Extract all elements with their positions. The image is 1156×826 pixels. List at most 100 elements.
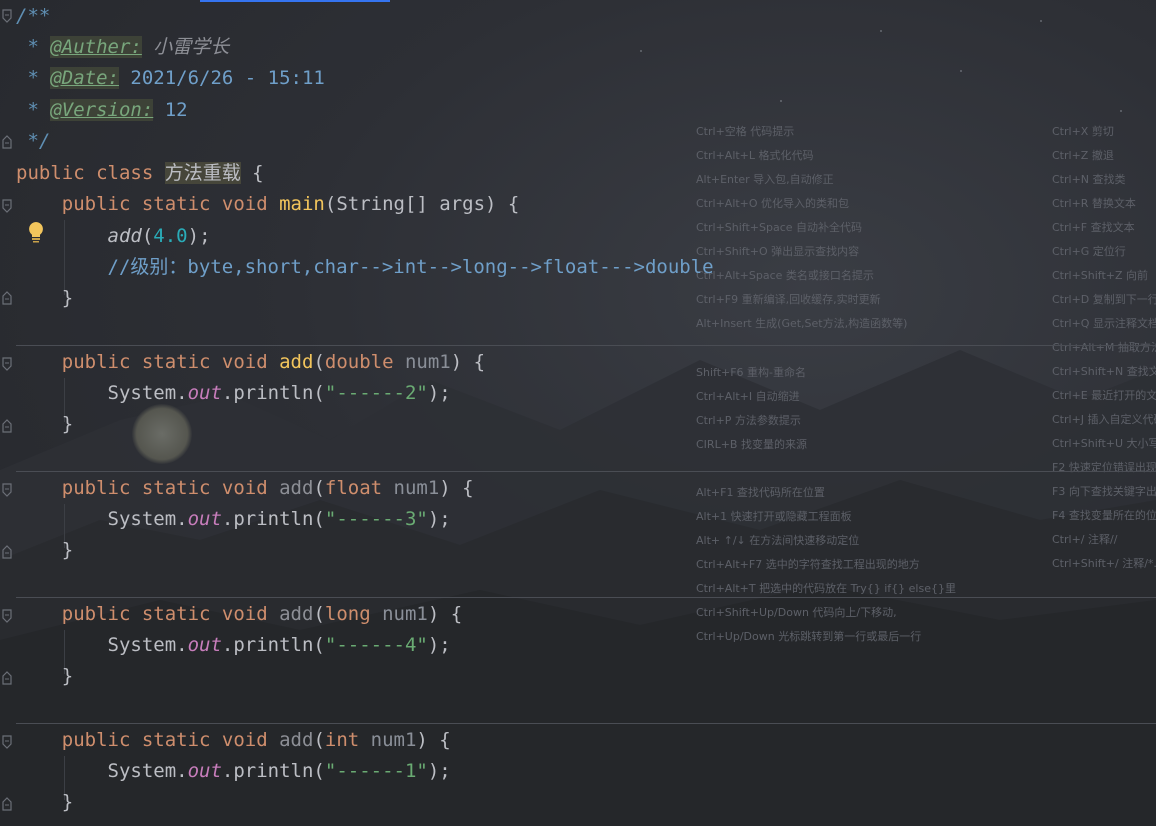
code-line: System.out.println("------1"); [16,756,451,787]
code-line: * @Auther: 小雷学长 [16,32,229,63]
brace: } [16,413,74,435]
shortcut-item: Ctrl+Shift+/ 注释/*...*/ [1052,557,1156,570]
shortcut-item: Ctrl+D 复制到下一行 [1052,293,1156,306]
paren: ); [427,508,451,530]
shortcut-item: Shift+F6 重构-重命名 [696,366,807,379]
shortcut-item: Ctrl+Alt+T 把选中的代码放在 Try{} if{} else{}里 [696,582,956,595]
fold-marker-icon[interactable] [1,418,13,434]
shortcut-item: Ctrl+Shift+O 弹出显示查找内容 [696,245,860,258]
type-keyword: double [324,351,394,373]
javadoc-prefix: * [16,99,51,121]
type-keyword: float [324,477,383,499]
field-ref: out [187,634,222,656]
fold-marker-icon[interactable] [1,356,13,372]
code-line: /** [16,1,50,32]
code-line: * @Version: 12 [16,95,188,126]
shortcut-item: Ctrl+J 插入自定义代码 [1052,413,1156,426]
shortcut-item: Ctrl+F 查找文本 [1052,221,1135,234]
shortcut-item: Ctrl+Shift+Up/Down 代码向上/下移动, [696,606,897,619]
shortcut-item: Ctrl+Alt+F7 选中的字符查找工程出现的地方 [696,558,920,571]
keyword: public static void [16,477,280,499]
shortcut-item: Ctrl+Q 显示注释文档 [1052,317,1156,330]
code-line: public static void add(long num1) { [16,599,462,630]
paren: ( [313,477,325,499]
code-line: public static void add(int num1) { [16,725,451,756]
method-separator [16,723,1156,724]
javadoc-close: */ [16,130,51,152]
shortcut-item: Ctrl+P 方法参数提示 [696,414,801,427]
code-line: } [16,661,73,692]
method-signature: (String[] args) { [324,193,520,215]
shortcut-item: Ctrl+Z 撤退 [1052,149,1114,162]
code-line: * @Date: 2021/6/26 - 15:11 [16,63,325,94]
code-line: */ [16,126,50,157]
fold-marker-icon[interactable] [1,134,13,150]
code-line: public static void main(String[] args) { [16,189,520,220]
string-literal: "------3" [324,508,428,530]
shortcut-item: Alt+Insert 生成(Get,Set方法,构造函数等) [696,317,908,330]
code-line: add(4.0); [16,221,211,252]
paren: ); [427,634,451,656]
shortcut-item: Ctrl+F9 重新编译,回收缓存,实时更新 [696,293,881,306]
code-line: } [16,409,73,440]
string-literal: "------2" [324,382,428,404]
class-ref: System. [16,634,188,656]
method-separator [16,345,1156,346]
paren: ( [313,603,325,625]
parameter: num1 [393,351,451,373]
method-name: add [279,603,314,625]
fold-marker-icon[interactable] [1,8,13,24]
code-line: System.out.println("------4"); [16,630,451,661]
brace: } [16,287,74,309]
shortcut-item: Ctrl+空格 代码提示 [696,125,795,138]
fold-marker-icon[interactable] [1,734,13,750]
shortcut-item: Alt+ ↑/↓ 在方法间快速移动定位 [696,534,860,547]
brace: ) { [427,603,463,625]
code-line: } [16,535,73,566]
fold-marker-icon[interactable] [1,482,13,498]
shortcut-item: Ctrl+G 定位行 [1052,245,1126,258]
shortcut-item: F3 向下查找关键字出现 [1052,485,1156,498]
fold-marker-icon[interactable] [1,544,13,560]
brace: ) { [450,351,486,373]
javadoc-value: 小雷学长 [141,36,230,58]
field-ref: out [187,382,222,404]
fold-marker-icon[interactable] [1,290,13,306]
shortcut-item: Alt+Enter 导入包,自动修正 [696,173,834,186]
shortcut-item: Ctrl+Shift+U 大小写切换 [1052,437,1156,450]
method-separator [16,597,1156,598]
code-line: public class 方法重载 { [16,158,264,189]
code-line: } [16,787,73,818]
brace: } [16,791,74,813]
javadoc-tag: @Date: [50,67,119,89]
fold-marker-icon[interactable] [1,796,13,812]
fold-marker-icon[interactable] [1,608,13,624]
line-comment: //级别：byte,short,char-->int-->long-->floa… [16,256,714,278]
paren: ); [427,760,451,782]
code-line: public static void add(double num1) { [16,347,485,378]
brace: { [240,162,264,184]
keyword: public static void [16,193,280,215]
fold-marker-icon[interactable] [1,670,13,686]
shortcut-item: Ctrl+R 替换文本 [1052,197,1136,210]
shortcut-item: Ctrl+Shift+Z 向前 [1052,269,1149,282]
fold-marker-icon[interactable] [1,198,13,214]
keyword: public static void [16,729,280,751]
javadoc-prefix: * [16,67,51,89]
shortcut-item: Ctrl+Alt+I 自动缩进 [696,390,800,403]
paren: ); [187,225,211,247]
shortcut-list-right: Ctrl+X 剪切 Ctrl+Z 撤退 Ctrl+N 查找类 Ctrl+R 替换… [1052,0,1156,826]
shortcut-item: Ctrl+/ 注释// [1052,533,1118,546]
active-tab-indicator [200,0,390,2]
parameter: num1 [359,729,417,751]
shortcut-item: F2 快速定位错误出现 [1052,461,1156,474]
class-ref: System. [16,382,188,404]
string-literal: "------1" [324,760,428,782]
shortcut-item: CIRL+B 找变量的来源 [696,438,807,451]
code-line: //级别：byte,short,char-->int-->long-->floa… [16,252,714,283]
method-name: main [279,193,325,215]
keyword: public class [16,162,165,184]
number-literal: 4.0 [153,225,188,247]
class-ref: System. [16,760,188,782]
javadoc-tag: @Auther: [50,36,142,58]
